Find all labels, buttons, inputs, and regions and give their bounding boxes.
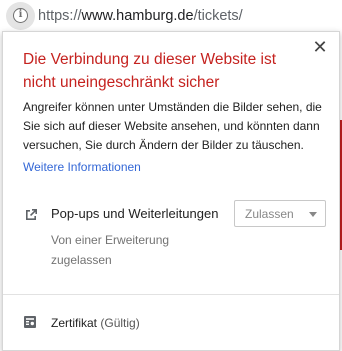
- popups-permission-sublabel: Von einer Erweiterung zugelassen: [51, 233, 170, 267]
- more-info-link[interactable]: Weitere Informationen: [23, 160, 141, 174]
- popups-permission-value: Zulassen: [245, 207, 294, 221]
- close-icon[interactable]: ✕: [311, 38, 329, 56]
- certificate-link[interactable]: Zertifikat (Gültig): [51, 316, 140, 330]
- site-info-popup: ✕ Die Verbindung zu dieser Website ist n…: [2, 31, 340, 351]
- url-host: www.hamburg.de: [81, 8, 194, 24]
- certificate-icon: [24, 316, 36, 328]
- url-path: /tickets/: [193, 8, 243, 24]
- address-bar: i https://www.hamburg.de/tickets/: [0, 0, 342, 32]
- certificate-label: Zertifikat: [51, 316, 98, 330]
- open-in-new-icon: [26, 209, 37, 220]
- url-scheme: https://: [38, 8, 82, 24]
- info-icon[interactable]: i: [13, 8, 28, 23]
- chevron-down-icon: [309, 212, 317, 217]
- connection-warning-title: Die Verbindung zu dieser Website ist nic…: [23, 51, 277, 91]
- connection-warning-description: Angreifer können unter Umständen die Bil…: [23, 100, 322, 152]
- divider: [3, 294, 339, 295]
- certificate-status: (Gültig): [100, 316, 140, 330]
- popups-permission-label: Pop-ups und Weiterleitungen: [51, 206, 219, 221]
- url-field[interactable]: https://www.hamburg.de/tickets/: [38, 8, 243, 24]
- popups-permission-select[interactable]: Zulassen: [234, 200, 326, 227]
